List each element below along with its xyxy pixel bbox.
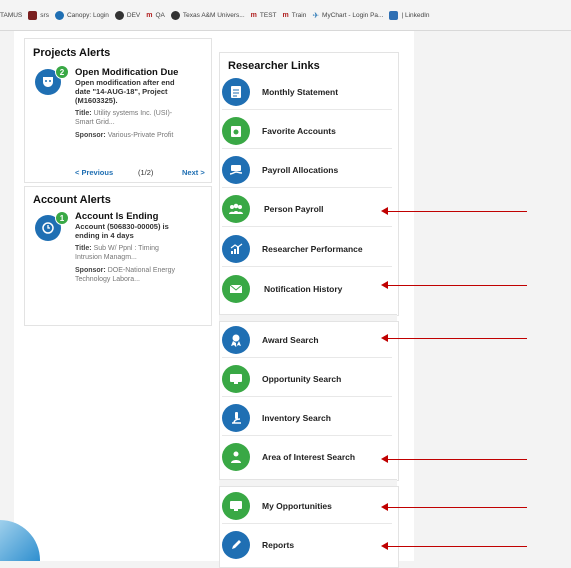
link-monthly-statement[interactable]: Monthly Statement [222,75,392,110]
people-icon [222,195,250,223]
link-label: My Opportunities [262,501,332,511]
link-label: Inventory Search [262,413,331,423]
projects-alert-heading[interactable]: Open Modification Due [75,67,207,78]
plane-icon: ✈ [312,10,320,20]
projects-alert-title-line-2: Smart Grid... [75,118,115,126]
account-alert-body: Account Is Ending Account (506830-00005)… [75,211,207,284]
annotation-arrow [381,542,527,550]
monitor-icon [222,492,250,520]
bookmark-train[interactable]: m Train [283,12,307,19]
projects-alerts-title: Projects Alerts [33,47,111,59]
link-opportunity-search[interactable]: Opportunity Search [222,362,392,397]
projects-alert-desc-3: (M1603325). [75,96,118,105]
annotation-arrow [381,334,527,342]
annotation-arrow [381,281,527,289]
envelope-icon [222,275,250,303]
growth-chart-icon [222,235,250,263]
annotation-arrow [381,455,527,463]
projects-alert-sponsor-line: Sponsor: Various-Private Profit [75,132,174,139]
m-icon: m [282,11,289,19]
srs-icon [28,10,38,20]
account-alert-sponsor-line: Sponsor: DOE-National Energy [75,267,175,274]
money-hand-icon [222,156,250,184]
account-alert-heading[interactable]: Account Is Ending [75,211,207,222]
link-label: Monthly Statement [262,87,339,97]
account-alert-desc-2: ending in 4 days [75,231,134,240]
globe-icon [114,10,124,20]
m-icon: m [146,11,153,19]
link-area-of-interest-search[interactable]: Area of Interest Search [222,440,392,474]
link-award-search[interactable]: Award Search [222,323,392,358]
favorite-folder-icon [222,117,250,145]
link-label: Area of Interest Search [262,452,356,462]
page-indicator: (1/2) [138,168,154,177]
bookmark-tamu[interactable]: Texas A&M Univers... [170,10,245,20]
next-button[interactable]: Next > [182,168,205,177]
link-label: Award Search [262,335,319,345]
award-icon [222,326,250,354]
link-label: Reports [262,540,295,550]
linkedin-icon [389,10,399,20]
person-search-icon [222,443,250,471]
researcher-links-title: Researcher Links [228,60,320,72]
account-alerts-card: Account Alerts 1 Account Is Ending Accou… [24,186,212,326]
link-favorite-accounts[interactable]: Favorite Accounts [222,114,392,149]
link-payroll-allocations[interactable]: Payroll Allocations [222,153,392,188]
annotation-arrow [381,207,527,215]
bookmark-tamus[interactable]: TAMUS [0,12,22,19]
bookmarks-bar: TAMUS srs Canopy: Login DEV m QA Texas A&… [0,0,571,31]
canopy-icon [54,10,64,20]
m-icon: m [250,11,257,19]
link-label: Person Payroll [264,204,324,214]
previous-button[interactable]: < Previous [75,168,113,177]
projects-alert-desc-1: Open modification after end [75,78,175,87]
bookmark-dev[interactable]: DEV [114,10,140,20]
projects-alert-title-line: Title: Utility systems Inc. (USI)- [75,110,173,117]
link-researcher-performance[interactable]: Researcher Performance [222,232,392,267]
projects-alert-body: Open Modification Due Open modification … [75,67,207,141]
bookmark-qa[interactable]: m QA [146,12,165,19]
bookmark-test[interactable]: m TEST [251,12,277,19]
account-alert-count-badge: 1 [55,211,69,225]
account-alert-title-line-2: Intrusion Managm... [75,253,137,261]
bookmark-canopy[interactable]: Canopy: Login [54,10,109,20]
projects-alert-count-badge: 2 [55,65,69,79]
pencil-icon [222,531,250,559]
annotation-arrow [381,503,527,511]
link-label: Opportunity Search [262,374,342,384]
link-my-opportunities[interactable]: My Opportunities [222,489,392,524]
link-inventory-search[interactable]: Inventory Search [222,401,392,436]
account-alerts-title: Account Alerts [33,194,111,206]
account-alert-sponsor-line-2: Technology Labora... [75,275,140,283]
link-label: Payroll Allocations [262,165,339,175]
link-label: Favorite Accounts [262,126,336,136]
bookmark-srs[interactable]: srs [28,10,49,20]
bookmark-linkedin[interactable]: | LinkedIn [389,10,430,20]
projects-alert-desc-2: date "14-AUG-18", Project [75,87,168,96]
link-person-payroll[interactable]: Person Payroll [222,192,392,227]
link-reports[interactable]: Reports [222,528,392,562]
link-notification-history[interactable]: Notification History [222,272,392,306]
bookmark-mychart[interactable]: ✈ MyChart - Login Pa... [312,11,383,20]
link-label: Notification History [264,284,343,294]
account-alert-desc-1: Account (506830-00005) is [75,222,169,231]
document-icon [222,78,250,106]
monitor-icon [222,365,250,393]
projects-alerts-card: Projects Alerts 2 Open Modification Due … [24,38,212,183]
account-alert-title-line: Title: Sub W/ Ppnl : Timing [75,245,159,252]
link-label: Researcher Performance [262,244,363,254]
microscope-icon [222,404,250,432]
globe-icon [170,10,180,20]
